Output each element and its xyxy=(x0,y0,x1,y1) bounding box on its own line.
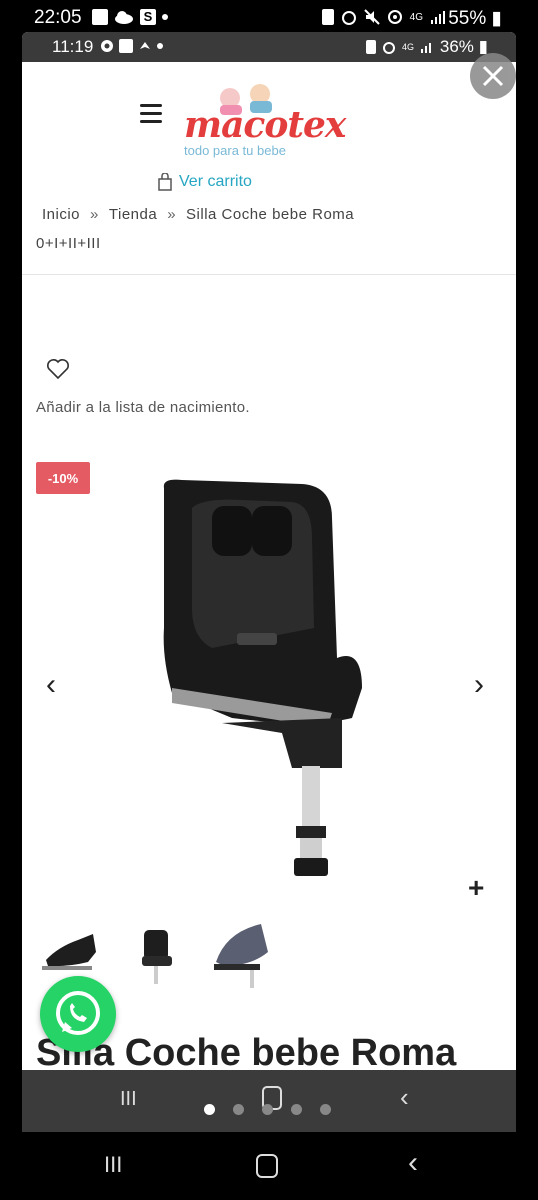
hotspot-icon xyxy=(387,10,402,24)
view-cart-label: Ver carrito xyxy=(179,173,252,190)
recent-apps-icon[interactable]: III xyxy=(104,1152,122,1178)
logo-tagline: todo para tu bebe xyxy=(184,143,286,158)
header-divider xyxy=(22,274,516,275)
cart-icon xyxy=(158,173,172,191)
close-button[interactable] xyxy=(470,53,516,99)
s-app-icon: S xyxy=(140,9,156,25)
outer-status-bar: 22:05 S 4G 55% ▮ xyxy=(0,0,538,36)
outer-clock: 22:05 xyxy=(34,7,82,28)
chevron-right-icon[interactable]: › xyxy=(474,668,484,702)
network-4g-icon: 4G xyxy=(409,11,423,23)
gallery-dots xyxy=(204,1104,331,1115)
outer-battery-text: 55% ▮ xyxy=(448,8,502,29)
battery-saver-icon xyxy=(321,9,334,25)
network-4g-icon: 4G xyxy=(401,42,414,52)
recent-apps-icon[interactable]: III xyxy=(120,1088,137,1111)
whatsapp-icon xyxy=(56,991,100,1035)
discount-badge: -10% xyxy=(36,462,90,494)
back-icon[interactable]: ‹ xyxy=(408,1146,418,1180)
inner-navigation-bar: III ‹ xyxy=(22,1070,516,1132)
breadcrumb-current: Silla Coche bebe Roma 0+I+II+III xyxy=(36,206,355,252)
gallery-icon xyxy=(92,9,108,25)
alarm-icon xyxy=(341,11,356,25)
chrome-icon xyxy=(101,40,113,52)
breadcrumb-home[interactable]: Inicio xyxy=(42,206,80,223)
inner-screenshot: 11:19 4G 36% ▮ macotex todo para tu bebe… xyxy=(22,32,516,1132)
gallery-dot-active[interactable] xyxy=(204,1104,215,1115)
logo-wordmark: macotex xyxy=(184,104,346,146)
signal-icon xyxy=(421,43,431,53)
heart-icon[interactable] xyxy=(46,358,70,380)
breadcrumb-separator: » xyxy=(90,206,99,223)
gallery-dot[interactable] xyxy=(291,1104,302,1115)
more-notifications-icon xyxy=(157,43,163,49)
mute-icon xyxy=(363,9,380,25)
breadcrumb-separator: » xyxy=(167,206,177,223)
back-icon[interactable]: ‹ xyxy=(400,1082,409,1113)
gallery-dot[interactable] xyxy=(233,1104,244,1115)
gallery-dot[interactable] xyxy=(262,1104,273,1115)
menu-icon[interactable] xyxy=(140,104,162,128)
view-cart-link[interactable]: Ver carrito xyxy=(157,173,252,191)
outer-notification-icons: S xyxy=(92,9,168,25)
home-icon[interactable] xyxy=(256,1154,278,1178)
plus-icon[interactable]: + xyxy=(468,872,484,904)
thumbnail-2[interactable] xyxy=(122,922,188,992)
thumbnail-3[interactable] xyxy=(206,922,272,992)
breadcrumb-shop[interactable]: Tienda xyxy=(109,206,157,223)
cloud-icon xyxy=(115,11,133,24)
chevron-left-icon[interactable]: ‹ xyxy=(46,668,56,702)
product-image-car-seat[interactable] xyxy=(152,478,367,888)
signal-icon xyxy=(431,11,445,24)
bird-icon xyxy=(140,42,150,49)
battery-saver-icon xyxy=(365,40,376,54)
gallery-dot[interactable] xyxy=(320,1104,331,1115)
gallery-icon xyxy=(119,39,133,53)
outer-navigation-bar: III ‹ xyxy=(0,1132,538,1200)
inner-system-icons: 4G xyxy=(365,40,434,54)
alarm-icon xyxy=(382,42,395,54)
add-to-birth-list-link[interactable]: Añadir a la lista de nacimiento. xyxy=(36,399,250,416)
breadcrumb: Inicio » Tienda » Silla Coche bebe Roma 0+I+… xyxy=(36,200,416,258)
outer-system-icons: 4G xyxy=(321,9,446,25)
more-notifications-icon xyxy=(162,14,168,20)
close-icon xyxy=(482,65,504,87)
inner-notification-icons xyxy=(100,39,163,53)
whatsapp-button[interactable] xyxy=(40,976,116,1052)
inner-clock: 11:19 xyxy=(52,37,94,56)
inner-status-bar: 11:19 4G 36% ▮ xyxy=(22,32,516,62)
